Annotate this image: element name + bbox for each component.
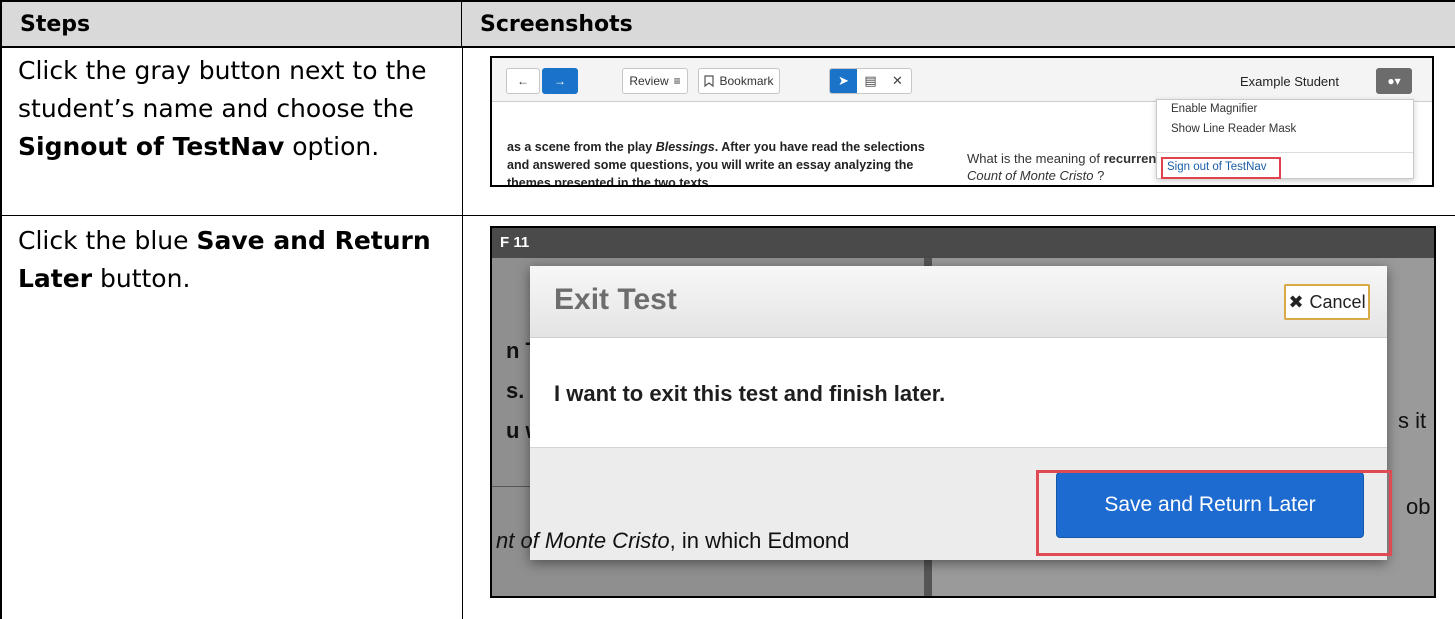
user-icon: ●▾ xyxy=(1387,74,1401,88)
eliminator-tool-icon[interactable]: ✕ xyxy=(884,69,911,93)
passage-line2: and answered some questions, you will wr… xyxy=(507,158,914,172)
menu-item-sign-out[interactable]: Sign out of TestNav xyxy=(1161,157,1281,179)
pointer-tool-icon[interactable]: ➤ xyxy=(830,69,857,93)
dialog-title: Exit Test xyxy=(554,283,677,316)
step-2-tail: button. xyxy=(92,264,191,293)
question-post: ? xyxy=(1093,168,1105,183)
step-2-pre: Click the blue xyxy=(18,226,197,255)
step-1-bold: Signout of TestNav xyxy=(18,132,285,161)
bookmark-icon xyxy=(704,75,715,87)
step-1-tail: option. xyxy=(284,132,380,161)
question-italic: Count of Monte Cristo xyxy=(967,168,1094,183)
dialog-header: Exit Test ✖ Cancel xyxy=(530,266,1387,338)
column-header-screenshots: Screenshots xyxy=(462,0,1455,48)
instruction-table: Steps Screenshots Click the gray button … xyxy=(0,0,1455,619)
passage-line3: themes presented in the two texts. xyxy=(507,176,712,187)
close-icon: ✖ xyxy=(1288,291,1304,312)
step-2-line1: Click the blue Save and Return xyxy=(18,222,431,260)
tool-group: ➤ ▤ ✕ xyxy=(829,68,912,94)
question-line1: What is the meaning of recurrence xyxy=(967,150,1171,167)
user-dropdown-menu: Enable Magnifier Show Line Reader Mask S… xyxy=(1156,99,1414,179)
menu-item-line-reader[interactable]: Show Line Reader Mask xyxy=(1171,123,1296,135)
next-button[interactable]: → xyxy=(542,68,578,94)
question-pre: What is the meaning of xyxy=(967,151,1104,166)
passage-line1-pre: as a scene from the play xyxy=(507,140,656,154)
bookmark-button[interactable]: Bookmark xyxy=(698,68,780,94)
cancel-label: Cancel xyxy=(1309,291,1366,312)
step-1-line3: Signout of TestNav option. xyxy=(18,128,427,166)
step-2-line2: Later button. xyxy=(18,260,431,298)
question-line2: Count of Monte Cristo ? xyxy=(967,167,1171,184)
arrow-left-icon: ← xyxy=(517,74,529,88)
exit-test-dialog: Exit Test ✖ Cancel I want to exit this t… xyxy=(530,266,1392,560)
note-tool-icon[interactable]: ▤ xyxy=(857,69,884,93)
bg-fragment-4: s it xyxy=(1398,408,1427,433)
testnav-toolbar: ← → Review ≡ Bookmark ➤ ▤ ✕ Example Stud… xyxy=(492,58,1432,102)
highlight-box xyxy=(1036,470,1392,556)
review-label: Review xyxy=(629,74,669,88)
step-1-text: Click the gray button next to the studen… xyxy=(18,52,427,166)
back-button[interactable]: ← xyxy=(506,68,540,94)
cancel-button[interactable]: ✖ Cancel xyxy=(1284,284,1370,320)
step-1-line1: Click the gray button next to the xyxy=(18,56,427,85)
student-name: Example Student xyxy=(1240,74,1340,89)
passage-italic: Blessings xyxy=(655,140,715,154)
column-header-steps: Steps xyxy=(0,0,462,48)
table-column-divider xyxy=(462,48,463,619)
bg-fragment-5: ob xyxy=(1406,494,1431,519)
question-text: What is the meaning of recurrence Count … xyxy=(967,150,1171,184)
user-menu-button[interactable]: ●▾ xyxy=(1376,68,1412,94)
test-header-bar: F 11 xyxy=(492,228,1434,258)
step-1-line2: student’s name and choose the xyxy=(18,94,414,123)
list-icon: ≡ xyxy=(673,74,681,88)
review-button[interactable]: Review ≡ xyxy=(622,68,688,94)
step-2-bold: Save and Return xyxy=(196,226,431,255)
passage-line1: as a scene from the play Blessings. Afte… xyxy=(507,138,947,156)
test-header-label: F 11 xyxy=(500,234,530,251)
menu-item-enable-magnifier[interactable]: Enable Magnifier xyxy=(1171,103,1257,115)
table-border-left xyxy=(0,0,2,619)
bg-fragment-6: nt of Monte Cristo, in which Edmond xyxy=(496,528,849,554)
menu-divider xyxy=(1157,152,1413,153)
dialog-body: I want to exit this test and finish late… xyxy=(530,338,1387,447)
step-2-bold2: Later xyxy=(18,264,93,293)
screenshot-signout-menu: ← → Review ≡ Bookmark ➤ ▤ ✕ Example Stud… xyxy=(490,56,1434,187)
table-row-divider xyxy=(0,215,1455,216)
bookmark-label: Bookmark xyxy=(719,74,774,88)
screenshot-exit-dialog: F 11 n T s. A u w s it ob Exit Test ✖ Ca… xyxy=(490,226,1436,598)
step-2-text: Click the blue Save and Return Later but… xyxy=(18,222,431,298)
dialog-message: I want to exit this test and finish late… xyxy=(554,381,946,406)
bg-fragment-6-italic: nt of Monte Cristo xyxy=(496,528,670,553)
passage-line1-post: . After you have read the selections xyxy=(714,140,925,154)
arrow-right-icon: → xyxy=(554,74,566,88)
passage-text: as a scene from the play Blessings. Afte… xyxy=(507,138,947,187)
bg-fragment-6-rest: , in which Edmond xyxy=(669,528,850,553)
